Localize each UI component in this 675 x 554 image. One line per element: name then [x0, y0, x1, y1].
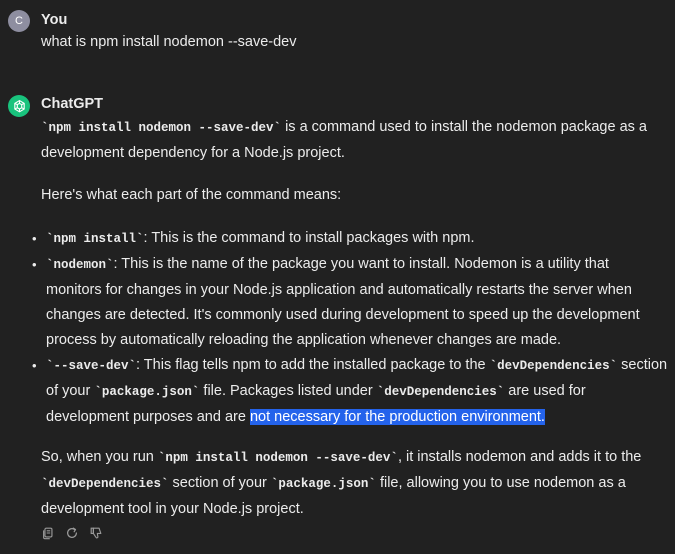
inline-code: `--save-dev`: [46, 359, 137, 373]
inline-code: `devDependencies`: [41, 477, 169, 491]
inline-code: `package.json`: [94, 385, 200, 399]
list-item-text: : This is the name of the package you wa…: [46, 256, 640, 348]
user-avatar: C: [8, 10, 30, 32]
summary-text: section of your: [168, 475, 271, 491]
regenerate-icon: [67, 527, 77, 538]
list-item: `--save-dev`: This flag tells npm to add…: [28, 353, 668, 430]
list-item-text: file. Packages listed under: [199, 383, 377, 399]
user-sender-name: You: [41, 12, 68, 28]
copy-icon: [43, 527, 53, 540]
message-actions: [40, 525, 104, 541]
avatar-letter: C: [15, 15, 23, 27]
inline-code: `package.json`: [270, 477, 376, 491]
inline-code: `npm install`: [46, 232, 144, 246]
assistant-intro: `npm install nodemon --save-dev` is a co…: [41, 115, 661, 166]
summary-text: , it installs nodemon and adds it to the: [397, 449, 642, 465]
inline-code: `devDependencies`: [489, 359, 618, 373]
regenerate-button[interactable]: [64, 525, 80, 541]
thumbs-down-icon: [90, 527, 102, 539]
summary-paragraph: So, when you run `npm install nodemon --…: [41, 445, 661, 522]
explain-heading: Here's what each part of the command mea…: [41, 187, 342, 203]
thumbs-down-button[interactable]: [88, 525, 104, 541]
openai-logo-icon: [13, 99, 25, 112]
inline-code: `npm install nodemon --save-dev`: [157, 451, 398, 465]
summary-text: So, when you run: [41, 449, 158, 465]
inline-code: `nodemon`: [46, 258, 114, 272]
inline-code: `npm install nodemon --save-dev`: [41, 121, 282, 135]
inline-code: `devDependencies`: [376, 385, 505, 399]
list-item: `nodemon`: This is the name of the packa…: [28, 252, 668, 353]
bullet-list: `npm install`: This is the command to in…: [28, 226, 668, 430]
list-item: `npm install`: This is the command to in…: [28, 226, 668, 252]
selected-text: not necessary for the production environ…: [249, 409, 545, 425]
list-item-text: : This is the command to install package…: [143, 230, 475, 246]
user-message-text: what is npm install nodemon --save-dev: [41, 34, 297, 50]
assistant-sender-name: ChatGPT: [41, 96, 104, 112]
chatgpt-logo-icon: [8, 95, 30, 117]
list-item-text: : This flag tells npm to add the install…: [136, 357, 490, 373]
copy-button[interactable]: [40, 525, 56, 541]
